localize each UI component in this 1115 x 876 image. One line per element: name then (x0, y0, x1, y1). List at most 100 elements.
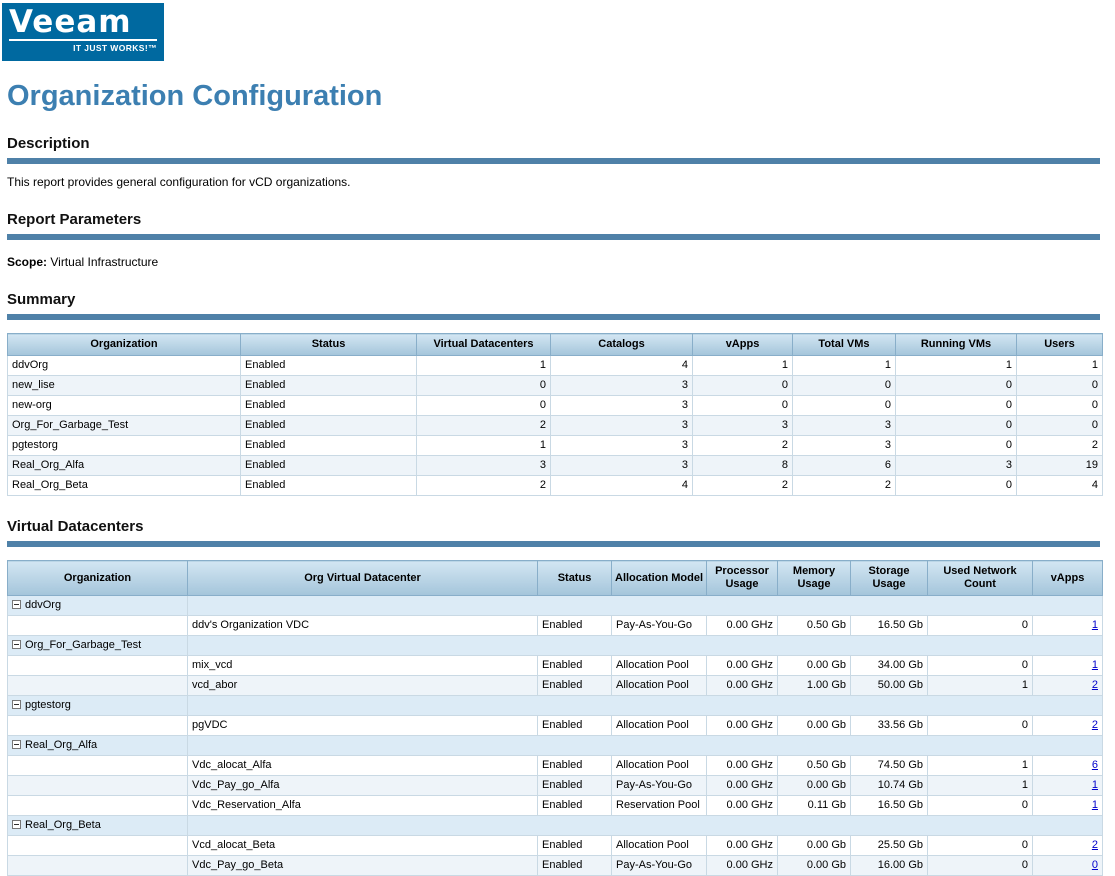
vdc-vapps-cell: 2 (1032, 715, 1103, 736)
summary-cell: new-org (7, 395, 241, 416)
vapps-link[interactable]: 2 (1092, 839, 1098, 851)
vapps-link[interactable]: 6 (1092, 759, 1098, 771)
vdc-processor-usage-cell: 0.00 GHz (706, 615, 778, 636)
vdc-col-header-org-virtual-datacenter: Org Virtual Datacenter (187, 560, 538, 596)
vdc-org-cell (7, 755, 188, 776)
summary-cell: 3 (416, 455, 551, 476)
summary-cell: 0 (895, 375, 1017, 396)
vapps-link[interactable]: 1 (1092, 799, 1098, 811)
vdc-memory-usage-cell: 0.00 Gb (777, 715, 851, 736)
vdc-processor-usage-cell: 0.00 GHz (706, 795, 778, 816)
vdc-org-cell (7, 715, 188, 736)
summary-cell: Enabled (240, 475, 417, 496)
group-row-filler (187, 695, 1103, 716)
summary-cell: 0 (1016, 415, 1103, 436)
collapse-icon[interactable] (12, 820, 21, 829)
vdc-memory-usage-cell: 0.00 Gb (777, 835, 851, 856)
vdc-col-header-allocation-model: Allocation Model (611, 560, 707, 596)
virtual-datacenters-heading: Virtual Datacenters (7, 518, 144, 535)
vdc-row: ddv's Organization VDC Enabled Pay-As-You-… (7, 615, 1103, 636)
vapps-link[interactable]: 1 (1092, 779, 1098, 791)
vdc-row: Vdc_Pay_go_Beta Enabled Pay-As-You-Go 0.00 … (7, 855, 1103, 876)
summary-cell: 0 (416, 395, 551, 416)
vdc-storage-usage-cell: 10.74 Gb (850, 775, 928, 796)
vdc-header-row: Organization Org Virtual Datacenter Stat… (7, 560, 1103, 596)
group-organization-label: Org_For_Garbage_Test (25, 639, 142, 651)
vdc-row: mix_vcd Enabled Allocation Pool 0.00 GHz 0.0… (7, 655, 1103, 676)
vdc-name-cell: mix_vcd (187, 655, 538, 676)
summary-cell: 3 (550, 415, 693, 436)
summary-cell: 2 (692, 435, 793, 456)
summary-col-header-organization: Organization (7, 333, 241, 356)
vdc-allocation-model-cell: Allocation Pool (611, 715, 707, 736)
summary-cell: 0 (895, 435, 1017, 456)
vdc-storage-usage-cell: 16.50 Gb (850, 795, 928, 816)
summary-cell: 3 (550, 395, 693, 416)
vdc-org-cell (7, 835, 188, 856)
vapps-link[interactable]: 0 (1092, 859, 1098, 871)
collapse-icon[interactable] (12, 600, 21, 609)
summary-cell: Enabled (240, 375, 417, 396)
collapse-icon[interactable] (12, 740, 21, 749)
vdc-name-cell: Vcd_alocat_Beta (187, 835, 538, 856)
vdc-status-cell: Enabled (537, 855, 612, 876)
vapps-link[interactable]: 2 (1092, 679, 1098, 691)
vdc-allocation-model-cell: Allocation Pool (611, 835, 707, 856)
vapps-link[interactable]: 1 (1092, 659, 1098, 671)
vdc-processor-usage-cell: 0.00 GHz (706, 835, 778, 856)
vdc-col-header-status: Status (537, 560, 612, 596)
vdc-vapps-cell: 2 (1032, 675, 1103, 696)
summary-cell: 3 (550, 455, 693, 476)
summary-cell: 2 (792, 475, 896, 496)
summary-cell: 1 (416, 435, 551, 456)
vdc-vapps-cell: 1 (1032, 655, 1103, 676)
collapse-icon[interactable] (12, 700, 21, 709)
vdc-status-cell: Enabled (537, 615, 612, 636)
summary-heading: Summary (7, 291, 76, 308)
vdc-org-cell (7, 615, 188, 636)
vdc-group-row: Real_Org_Alfa (7, 735, 1103, 756)
summary-cell: 0 (692, 375, 793, 396)
group-row-filler (187, 815, 1103, 836)
vdc-memory-usage-cell: 0.50 Gb (777, 755, 851, 776)
vdc-col-header-used-network-count: Used Network Count (927, 560, 1033, 596)
group-row-filler (187, 595, 1103, 616)
vdc-group-row: Org_For_Garbage_Test (7, 635, 1103, 656)
vdc-status-cell: Enabled (537, 835, 612, 856)
vdc-status-cell: Enabled (537, 715, 612, 736)
vdc-used-network-count-cell: 0 (927, 835, 1033, 856)
summary-cell: Enabled (240, 435, 417, 456)
vdc-status-cell: Enabled (537, 775, 612, 796)
collapse-icon[interactable] (12, 640, 21, 649)
vdc-name-cell: Vdc_Pay_go_Beta (187, 855, 538, 876)
vdc-storage-usage-cell: 33.56 Gb (850, 715, 928, 736)
vapps-link[interactable]: 1 (1092, 619, 1098, 631)
summary-cell: 0 (416, 375, 551, 396)
summary-cell: 1 (416, 355, 551, 376)
report-page: Veeam IT JUST WORKS!™ Organization Confi… (0, 0, 1115, 876)
summary-col-header-status: Status (240, 333, 417, 356)
summary-cell: 19 (1016, 455, 1103, 476)
summary-cell: 1 (895, 355, 1017, 376)
vdc-name-cell: Vdc_Reservation_Alfa (187, 795, 538, 816)
vdc-name-cell: vcd_abor (187, 675, 538, 696)
vdc-row: Vcd_alocat_Beta Enabled Allocation Pool 0.0… (7, 835, 1103, 856)
vdc-used-network-count-cell: 0 (927, 855, 1033, 876)
vdc-allocation-model-cell: Allocation Pool (611, 675, 707, 696)
vdc-vapps-cell: 6 (1032, 755, 1103, 776)
summary-cell: 2 (692, 475, 793, 496)
group-row-filler (187, 735, 1103, 756)
summary-cell: 3 (550, 375, 693, 396)
vdc-allocation-model-cell: Allocation Pool (611, 655, 707, 676)
scope-line: Scope: Virtual Infrastructure (7, 255, 1100, 269)
vapps-link[interactable]: 2 (1092, 719, 1098, 731)
summary-cell: Real_Org_Beta (7, 475, 241, 496)
vdc-used-network-count-cell: 1 (927, 755, 1033, 776)
group-organization-label: Real_Org_Beta (25, 819, 101, 831)
vdc-table: Organization Org Virtual Datacenter Stat… (7, 560, 1103, 876)
summary-col-header-running-vms: Running VMs (895, 333, 1017, 356)
summary-cell: 4 (550, 355, 693, 376)
summary-cell: 8 (692, 455, 793, 476)
summary-cell: ddvOrg (7, 355, 241, 376)
summary-row: Org_For_Garbage_Test Enabled 2 3 3 3 0 0 (7, 415, 1103, 436)
